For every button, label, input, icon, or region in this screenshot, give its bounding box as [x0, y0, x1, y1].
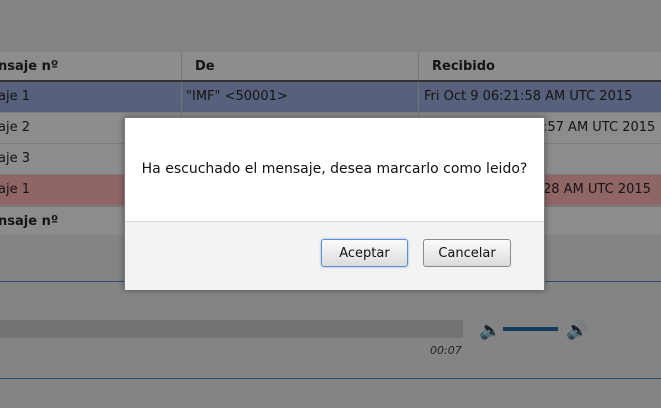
accept-button[interactable]: Aceptar: [321, 239, 408, 267]
confirm-dialog: Ha escuchado el mensaje, desea marcarlo …: [124, 117, 545, 290]
dialog-message: Ha escuchado el mensaje, desea marcarlo …: [141, 161, 528, 177]
cancel-button[interactable]: Cancelar: [423, 239, 511, 267]
dialog-footer: Aceptar Cancelar: [125, 221, 544, 290]
